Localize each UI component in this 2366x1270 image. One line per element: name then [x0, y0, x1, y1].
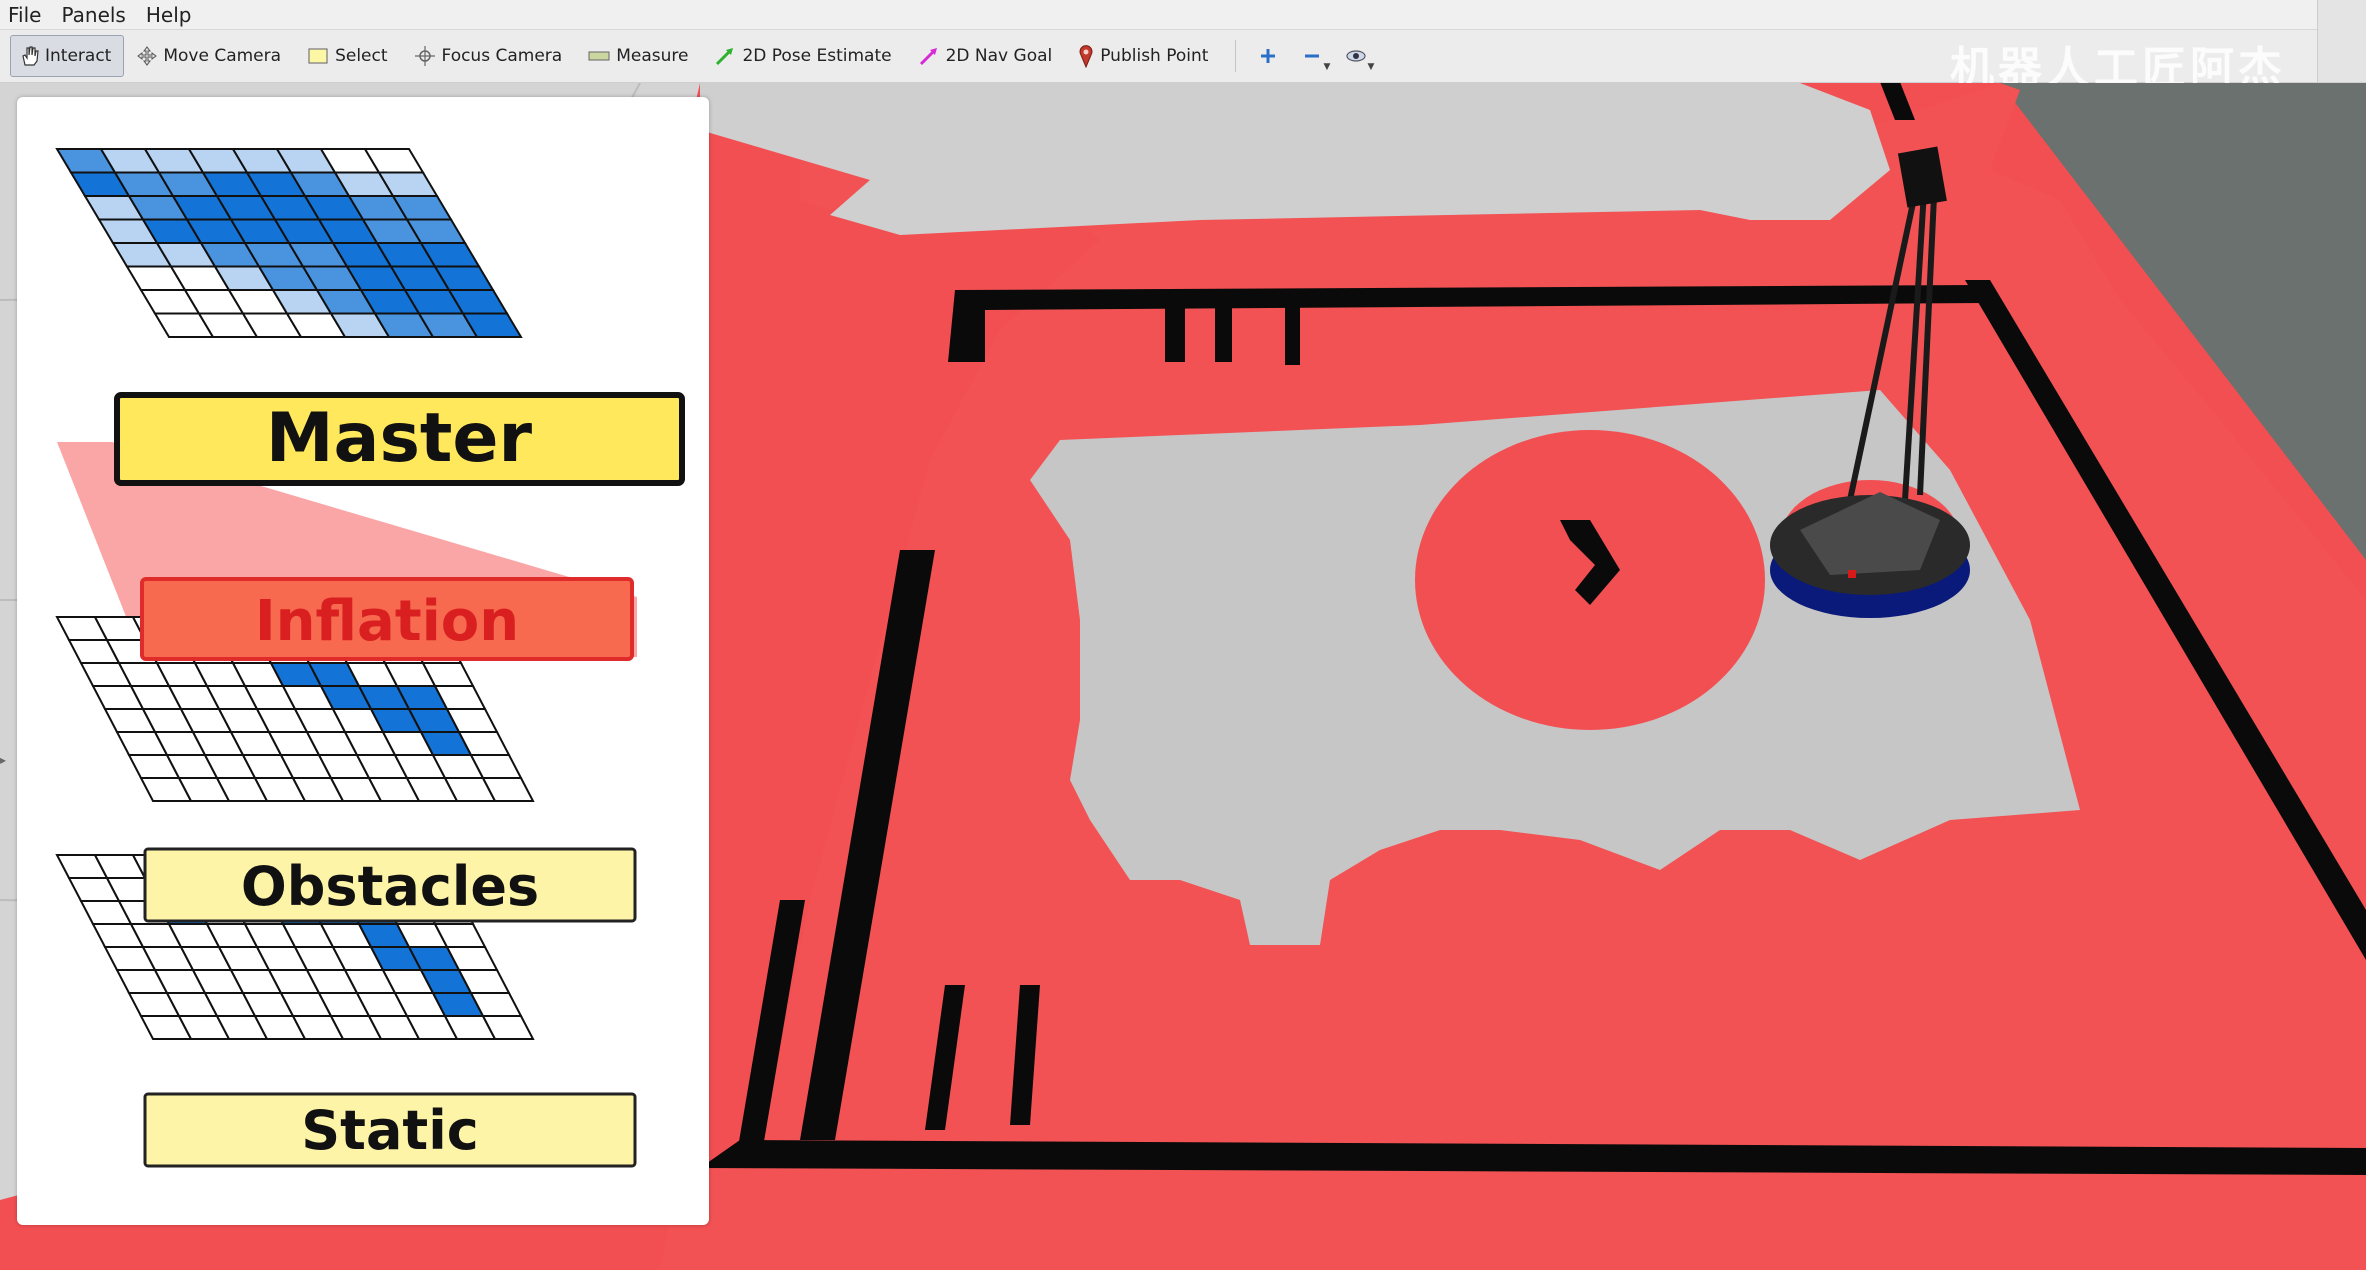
select-tool-button[interactable]: Select — [298, 35, 400, 77]
map-pin-icon — [1079, 45, 1093, 68]
toolbar-separator — [1235, 40, 1237, 72]
remove-icon — [1305, 54, 1320, 58]
pose-estimate-tool-button[interactable]: 2D Pose Estimate — [705, 35, 904, 77]
toolbar-corner — [2317, 0, 2366, 82]
menu-help-label: Help — [145, 2, 192, 27]
nav-goal-label: 2D Nav Goal — [945, 46, 1053, 66]
ruler-icon — [588, 51, 610, 61]
add-icon — [1261, 49, 1276, 63]
rviz-3d-viewport[interactable]: Master Inflation Obstacles Static ▸ — [0, 83, 2366, 1270]
select-label: Select — [335, 46, 388, 66]
remove-tool-button[interactable]: ▼ — [1290, 36, 1334, 76]
inflation-label: Inflation — [255, 589, 519, 654]
measure-tool-button[interactable]: Measure — [579, 35, 701, 77]
menu-file[interactable]: File — [0, 3, 53, 27]
green-arrow-icon — [716, 48, 734, 66]
menu-bar: File Panels Help — [0, 0, 2366, 30]
focus-camera-label: Focus Camera — [441, 46, 563, 66]
measure-label: Measure — [616, 46, 689, 66]
view-tool-button[interactable]: ▼ — [1334, 36, 1378, 76]
master-grid — [55, 148, 523, 338]
interact-label: Interact — [45, 46, 112, 66]
publish-point-label: Publish Point — [1100, 46, 1209, 66]
menu-file-label: File — [8, 2, 42, 27]
menu-panels[interactable]: Panels — [53, 3, 137, 27]
floor-top-strip — [700, 83, 1890, 235]
costmap-layers-diagram: Master Inflation Obstacles Static — [17, 97, 709, 1225]
layer-diagram-svg: Master Inflation Obstacles Static — [55, 148, 685, 1168]
master-label: Master — [266, 399, 533, 478]
eye-icon — [1346, 50, 1367, 62]
panel-collapse-handle[interactable]: ▸ — [0, 753, 8, 773]
move-camera-label: Move Camera — [163, 46, 282, 66]
chevron-down-icon: ▼ — [1323, 62, 1331, 72]
hand-cursor-icon — [22, 46, 39, 66]
menu-panels-label: Panels — [61, 2, 126, 27]
focus-camera-tool-button[interactable]: Focus Camera — [405, 35, 576, 77]
interact-tool-button[interactable]: Interact — [10, 35, 125, 77]
publish-point-tool-button[interactable]: Publish Point — [1069, 35, 1221, 77]
select-box-icon — [308, 48, 328, 64]
chevron-down-icon: ▼ — [1367, 62, 1375, 72]
menu-help[interactable]: Help — [138, 3, 204, 27]
focus-crosshair-icon — [414, 46, 435, 66]
move-camera-tool-button[interactable]: Move Camera — [128, 35, 294, 77]
nav-goal-tool-button[interactable]: 2D Nav Goal — [909, 35, 1066, 77]
add-tool-button[interactable] — [1246, 36, 1290, 76]
magenta-arrow-icon — [919, 48, 937, 66]
static-label: Static — [301, 1099, 478, 1162]
move-arrows-icon — [137, 46, 158, 66]
pose-estimate-label: 2D Pose Estimate — [742, 46, 892, 66]
obstacles-label: Obstacles — [241, 855, 539, 918]
